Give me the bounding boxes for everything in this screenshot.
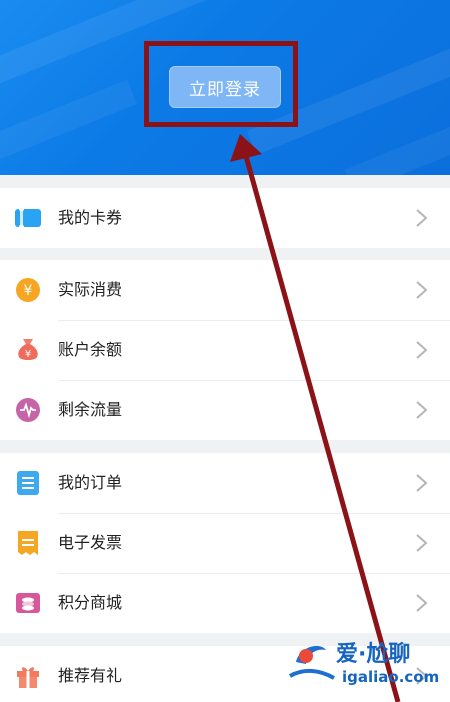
menu-item-actual-spending[interactable]: ¥ 实际消费 bbox=[0, 260, 450, 320]
chevron-right-icon bbox=[416, 401, 428, 419]
chevron-right-icon bbox=[416, 594, 428, 612]
chevron-right-icon bbox=[416, 534, 428, 552]
chevron-right-icon bbox=[416, 341, 428, 359]
watermark-brand: 爱·尬聊 bbox=[336, 642, 411, 667]
invoice-icon bbox=[14, 530, 42, 556]
coupon-icon bbox=[14, 205, 42, 231]
svg-text:¥: ¥ bbox=[25, 349, 31, 360]
login-header: 立即登录 bbox=[0, 0, 450, 175]
menu-item-account-balance[interactable]: ¥ 账户余额 bbox=[0, 320, 450, 380]
chevron-right-icon bbox=[416, 209, 428, 227]
menu-group-coupons: 我的卡券 bbox=[0, 188, 450, 248]
menu-group-account: ¥ 实际消费 ¥ 账户余额 剩余流量 bbox=[0, 260, 450, 440]
annotation-highlight-box bbox=[144, 41, 298, 127]
menu-item-label: 剩余流量 bbox=[58, 400, 123, 419]
menu-item-my-coupons[interactable]: 我的卡券 bbox=[0, 188, 450, 248]
watermark-logo-icon bbox=[289, 646, 335, 680]
data-traffic-icon bbox=[14, 397, 42, 423]
menu-item-label: 推荐有礼 bbox=[58, 666, 123, 685]
menu-item-label: 积分商城 bbox=[58, 593, 123, 612]
points-mall-icon bbox=[14, 590, 42, 616]
header-decor-stripe bbox=[0, 79, 137, 175]
menu-item-label: 电子发票 bbox=[58, 533, 123, 552]
menu-item-remaining-data[interactable]: 剩余流量 bbox=[0, 380, 450, 440]
money-bag-icon: ¥ bbox=[14, 337, 42, 363]
menu-item-my-orders[interactable]: 我的订单 bbox=[0, 453, 450, 513]
chevron-right-icon bbox=[416, 281, 428, 299]
order-list-icon bbox=[14, 470, 42, 496]
menu-item-label: 我的卡券 bbox=[58, 208, 123, 227]
menu-item-e-invoice[interactable]: 电子发票 bbox=[0, 513, 450, 573]
gift-icon bbox=[14, 663, 42, 689]
menu-item-label: 我的订单 bbox=[58, 473, 123, 492]
watermark: 爱·尬聊 igaliao.com bbox=[286, 628, 446, 694]
watermark-domain: igaliao.com bbox=[342, 668, 440, 686]
menu-group-orders: 我的订单 电子发票 积分商城 bbox=[0, 453, 450, 633]
chevron-right-icon bbox=[416, 474, 428, 492]
menu-item-points-mall[interactable]: 积分商城 bbox=[0, 573, 450, 633]
menu-item-label: 账户余额 bbox=[58, 340, 123, 359]
menu-item-label: 实际消费 bbox=[58, 280, 123, 299]
svg-text:¥: ¥ bbox=[24, 283, 33, 299]
yuan-coin-icon: ¥ bbox=[14, 277, 42, 303]
